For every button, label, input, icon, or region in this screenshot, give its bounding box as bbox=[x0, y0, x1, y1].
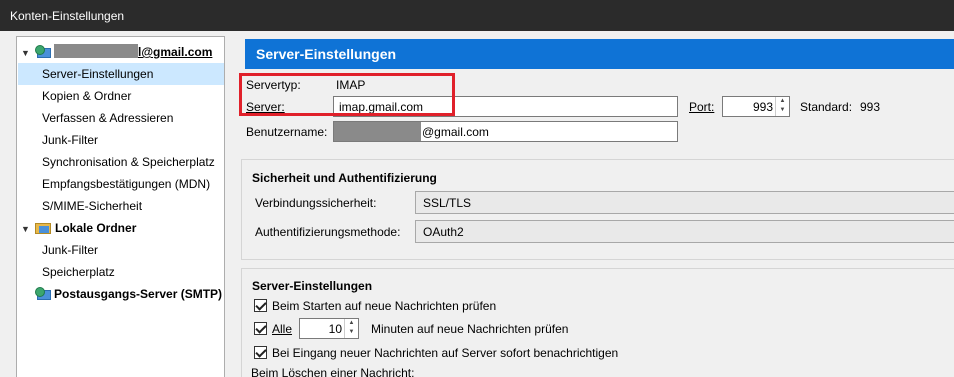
username-suffix: @gmail.com bbox=[422, 125, 489, 139]
tree-item-label: Junk-Filter bbox=[42, 133, 99, 147]
on-delete-label: Beim Löschen einer Nachricht: bbox=[251, 366, 415, 377]
server-settings-group-title: Server-Einstellungen bbox=[252, 279, 373, 293]
local-folder-icon bbox=[35, 221, 51, 234]
tree-item-label: Kopien & Ordner bbox=[42, 89, 132, 103]
username-input[interactable]: @gmail.com bbox=[333, 121, 678, 142]
notify-checkbox[interactable] bbox=[254, 346, 267, 359]
standard-label: Standard: bbox=[800, 100, 853, 114]
port-value: 993 bbox=[752, 100, 773, 114]
notify-label: Bei Eingang neuer Nachrichten auf Server… bbox=[272, 346, 619, 360]
connection-security-label: Verbindungssicherheit: bbox=[255, 196, 377, 210]
standard-value: 993 bbox=[860, 100, 881, 114]
tree-item-sync-storage[interactable]: Synchronisation & Speicherplatz bbox=[42, 151, 215, 173]
tree-item-server-settings[interactable]: Server-Einstellungen bbox=[18, 63, 224, 85]
tree-item-local-storage[interactable]: Speicherplatz bbox=[42, 261, 115, 283]
tree-item-junk-filter[interactable]: Junk-Filter bbox=[42, 129, 98, 151]
tree-account-gmail[interactable]: ▼ l@gmail.com bbox=[21, 41, 212, 63]
tree-item-label: Lokale Ordner bbox=[55, 221, 137, 235]
tree-item-label: S/MIME-Sicherheit bbox=[42, 199, 143, 213]
chevron-down-icon[interactable]: ▼ bbox=[21, 218, 35, 240]
account-tree[interactable]: ▼ l@gmail.com Server-Einstellungen Kopien… bbox=[16, 36, 225, 377]
auth-method-select[interactable]: OAuth2 bbox=[415, 220, 954, 243]
security-group: Sicherheit und Authentifizierung Verbind… bbox=[241, 159, 954, 260]
smtp-server-icon bbox=[35, 287, 51, 301]
window-title: Konten-Einstellungen bbox=[10, 9, 125, 23]
port-stepper[interactable]: 993 ▲ ▼ bbox=[722, 96, 790, 117]
check-on-start-checkbox[interactable] bbox=[254, 299, 267, 312]
check-every-suffix: Minuten auf neue Nachrichten prüfen bbox=[371, 322, 569, 336]
tree-item-label: Junk-Filter bbox=[42, 243, 99, 257]
chevron-down-icon[interactable]: ▼ bbox=[21, 42, 35, 64]
tree-item-label: Server-Einstellungen bbox=[42, 67, 154, 81]
username-label: Benutzername: bbox=[246, 125, 328, 139]
stepper-arrows[interactable]: ▲ ▼ bbox=[775, 97, 789, 116]
account-email: l@gmail.com bbox=[138, 45, 213, 59]
security-group-title: Sicherheit und Authentifizierung bbox=[252, 171, 437, 185]
tree-item-receipts[interactable]: Empfangsbestätigungen (MDN) bbox=[42, 173, 210, 195]
stepper-arrows[interactable]: ▲ ▼ bbox=[344, 319, 358, 338]
auth-method-label: Authentifizierungsmethode: bbox=[255, 225, 401, 239]
mail-account-icon bbox=[35, 45, 51, 59]
server-settings-group: Server-Einstellungen Beim Starten auf ne… bbox=[241, 268, 954, 377]
tree-item-label: Verfassen & Adressieren bbox=[42, 111, 174, 125]
check-interval-value: 10 bbox=[328, 322, 342, 336]
port-label: Port: bbox=[689, 100, 715, 114]
arrow-up-icon[interactable]: ▲ bbox=[776, 97, 789, 106]
redacted-username bbox=[334, 122, 421, 141]
tree-item-copies-folders[interactable]: Kopien & Ordner bbox=[42, 85, 131, 107]
page-title: Server-Einstellungen bbox=[245, 39, 954, 69]
check-every-checkbox[interactable] bbox=[254, 322, 267, 335]
connection-security-select[interactable]: SSL/TLS bbox=[415, 191, 954, 214]
check-every-prefix: Alle bbox=[272, 322, 293, 336]
tree-item-label: Empfangsbestätigungen (MDN) bbox=[42, 177, 211, 191]
redacted-email bbox=[54, 44, 138, 58]
tree-item-label: Speicherplatz bbox=[42, 265, 115, 279]
tree-smtp[interactable]: Postausgangs-Server (SMTP) bbox=[35, 283, 222, 305]
tree-item-label: Postausgangs-Server (SMTP) bbox=[54, 287, 223, 301]
check-interval-stepper[interactable]: 10 ▲ ▼ bbox=[299, 318, 359, 339]
window-titlebar: Konten-Einstellungen bbox=[0, 0, 954, 31]
tree-item-label: Synchronisation & Speicherplatz bbox=[42, 155, 215, 169]
tree-item-smime[interactable]: S/MIME-Sicherheit bbox=[42, 195, 142, 217]
tree-local-folders[interactable]: ▼ Lokale Ordner bbox=[21, 217, 136, 239]
arrow-up-icon[interactable]: ▲ bbox=[345, 319, 358, 328]
tree-item-local-junk[interactable]: Junk-Filter bbox=[42, 239, 98, 261]
arrow-down-icon[interactable]: ▼ bbox=[345, 328, 358, 337]
arrow-down-icon[interactable]: ▼ bbox=[776, 106, 789, 115]
highlight-box bbox=[239, 73, 455, 116]
check-on-start-label: Beim Starten auf neue Nachrichten prüfen bbox=[272, 299, 497, 313]
tree-item-composition[interactable]: Verfassen & Adressieren bbox=[42, 107, 173, 129]
